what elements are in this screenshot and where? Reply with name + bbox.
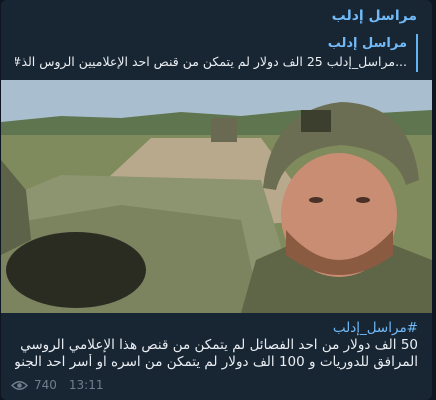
caption-line-2: المرافق للدوريات و 100 الف دولار لم يتمك…: [15, 354, 418, 370]
message-time: 13:11: [68, 378, 104, 392]
reply-text: ...مراسل_إدلب 25 الف دولار لم يتمكن من ق…: [15, 54, 407, 69]
photo-hatch: [6, 232, 146, 308]
eye-icon: [11, 380, 28, 390]
caption-hashtag[interactable]: #مراسل_إدلب: [15, 320, 418, 337]
message-caption: #مراسل_إدلب 50 الف دولار من احد الفصائل …: [15, 320, 418, 371]
message-photo[interactable]: [1, 80, 432, 313]
caption-line-1: 50 الف دولار من احد الفصائل لم يتمكن من …: [20, 337, 418, 353]
photo-illustration: [1, 80, 432, 313]
reply-title: مراسل إدلب: [327, 36, 407, 51]
view-count: 740: [34, 378, 57, 392]
reply-preview[interactable]: مراسل إدلب ...مراسل_إدلب 25 الف دولار لم…: [15, 34, 418, 72]
message-meta: 740 13:11: [11, 378, 104, 392]
photo-truck: [211, 118, 237, 142]
message-bubble: مراسل إدلب مراسل إدلب ...مراسل_إدلب 25 ا…: [1, 0, 432, 400]
channel-name[interactable]: مراسل إدلب: [332, 8, 417, 24]
